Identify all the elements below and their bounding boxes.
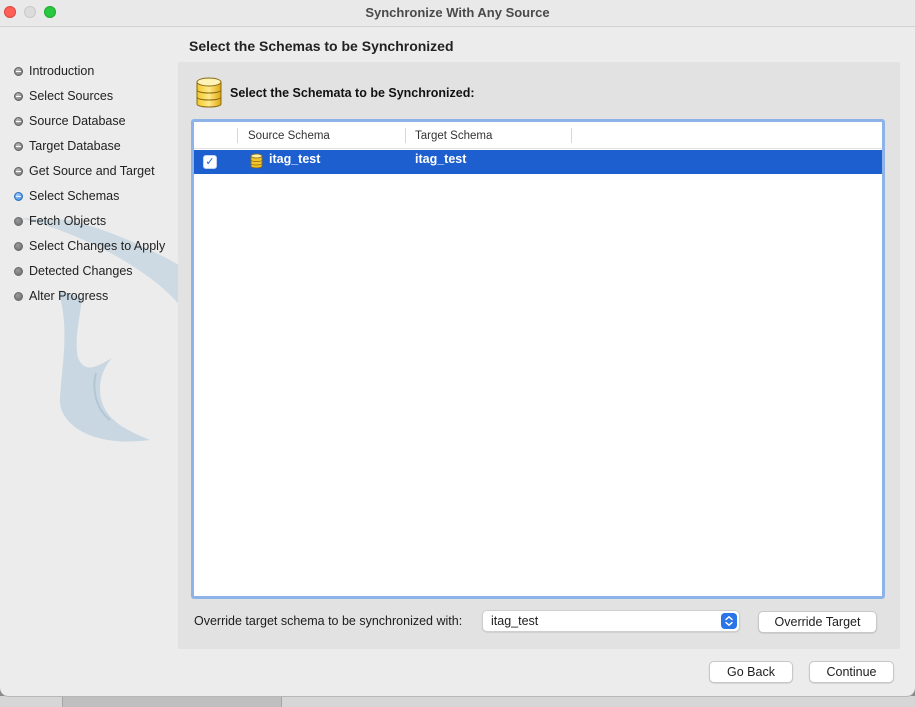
database-icon (196, 77, 222, 108)
schema-icon (250, 153, 263, 169)
column-separator (237, 128, 238, 143)
step-detected-changes: Detected Changes (14, 262, 133, 280)
chevron-up-down-icon[interactable] (721, 613, 737, 629)
wizard-window: Synchronize With Any Source Introduction… (0, 0, 915, 697)
continue-button[interactable]: Continue (809, 661, 894, 683)
step-label: Target Database (29, 139, 121, 153)
wizard-steps-sidebar: Introduction Select Sources Source Datab… (0, 28, 200, 648)
source-schema-cell: itag_test (269, 152, 321, 166)
schema-table[interactable]: Source Schema Target Schema ✓ itag_test … (191, 119, 885, 599)
step-pending-icon (14, 241, 23, 251)
table-row[interactable]: ✓ itag_test itag_test (194, 150, 882, 174)
step-label: Fetch Objects (29, 214, 107, 228)
step-label: Select Changes to Apply (29, 239, 166, 253)
override-schema-select[interactable]: itag_test (482, 610, 740, 632)
window-title: Synchronize With Any Source (365, 5, 550, 20)
go-back-button[interactable]: Go Back (709, 661, 793, 683)
step-label: Detected Changes (29, 264, 133, 278)
step-label: Alter Progress (29, 289, 109, 303)
step-label: Get Source and Target (29, 164, 155, 178)
step-select-sources: Select Sources (14, 87, 113, 105)
content-panel: Select the Schemata to be Synchronized: … (178, 62, 900, 649)
select-value: itag_test (491, 614, 539, 628)
step-alter-progress: Alter Progress (14, 287, 108, 305)
column-header-target-schema[interactable]: Target Schema (415, 130, 492, 142)
background-window (62, 696, 282, 707)
step-introduction: Introduction (14, 62, 94, 80)
step-select-schemas: Select Schemas (14, 187, 119, 205)
panel-heading: Select the Schemata to be Synchronized: (230, 86, 475, 100)
step-target-database: Target Database (14, 137, 121, 155)
step-fetch-objects: Fetch Objects (14, 212, 106, 230)
target-schema-cell: itag_test (415, 152, 467, 166)
step-done-icon (14, 116, 23, 126)
desktop-background (0, 696, 915, 707)
column-separator (571, 128, 572, 143)
step-label: Introduction (29, 64, 95, 78)
step-current-icon (14, 191, 23, 201)
step-source-database: Source Database (14, 112, 126, 130)
page-title: Select the Schemas to be Synchronized (189, 38, 454, 54)
step-label: Select Schemas (29, 189, 120, 203)
column-separator (405, 128, 406, 143)
table-header: Source Schema Target Schema (194, 122, 882, 149)
step-pending-icon (14, 216, 23, 226)
step-done-icon (14, 141, 23, 151)
step-label: Source Database (29, 114, 126, 128)
step-label: Select Sources (29, 89, 114, 103)
step-done-icon (14, 66, 23, 76)
schema-checkbox[interactable]: ✓ (203, 155, 217, 169)
step-done-icon (14, 91, 23, 101)
step-done-icon (14, 166, 23, 176)
step-pending-icon (14, 291, 23, 301)
title-bar: Synchronize With Any Source (0, 0, 915, 27)
override-label: Override target schema to be synchronize… (194, 614, 463, 628)
step-select-changes: Select Changes to Apply (14, 237, 165, 255)
step-get-source-and-target: Get Source and Target (14, 162, 155, 180)
override-target-button[interactable]: Override Target (758, 611, 877, 633)
column-header-source-schema[interactable]: Source Schema (248, 130, 330, 142)
step-pending-icon (14, 266, 23, 276)
